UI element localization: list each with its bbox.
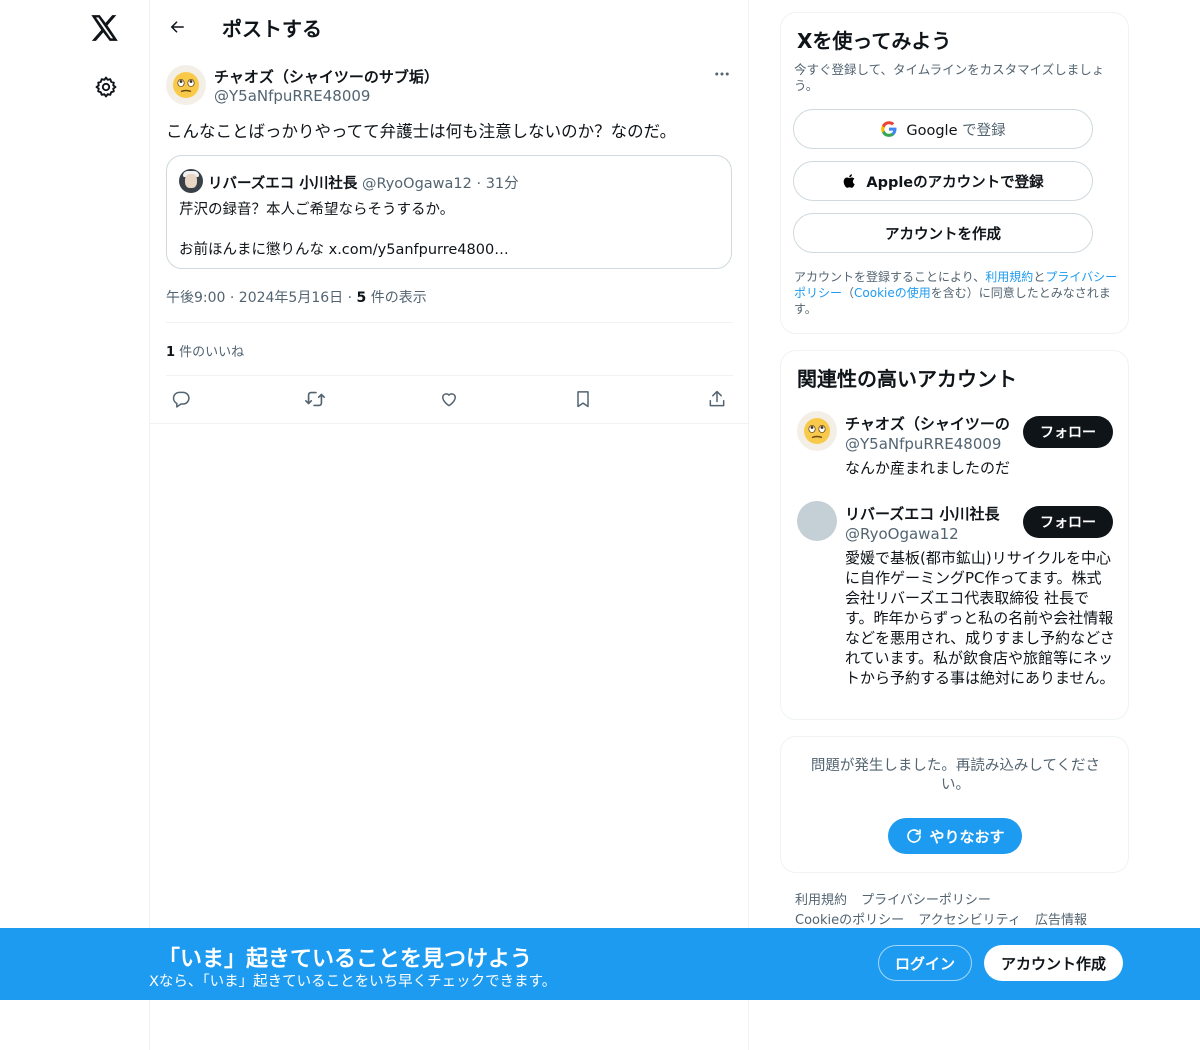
arrow-left-icon bbox=[170, 21, 184, 33]
emoji-avatar-icon bbox=[804, 418, 830, 444]
related-account-handle[interactable]: @RyoOgawa12 bbox=[845, 525, 959, 543]
post-timestamp[interactable]: 午後9:00 · 2024年5月16日 bbox=[166, 290, 343, 306]
quote-author-name: リバーズエコ 小川社長 bbox=[208, 176, 358, 192]
apple-signup-label: Appleのアカウントで登録 bbox=[866, 174, 1044, 191]
page-title: ポストする bbox=[222, 17, 322, 41]
quote-text-line2: お前ほんまに懲りんな x.com/y5anfpurre4800… bbox=[179, 242, 509, 258]
more-horizontal-icon bbox=[715, 72, 729, 76]
footer-links: 利用規約 プライバシーポリシー Cookieのポリシー アクセシビリティ 広告情… bbox=[795, 891, 1125, 931]
main-column: ポストする チャオズ（シャイツーのサブ垢） @Y5aNfpuRRE48009 こ… bbox=[150, 0, 749, 1050]
legal-and: と bbox=[1033, 270, 1046, 284]
signup-title: Xを使ってみよう bbox=[797, 29, 952, 53]
related-account-name[interactable]: チャオズ（シャイツーの bbox=[845, 413, 1010, 434]
quote-meta: リバーズエコ 小川社長 @RyoOgawa12 · 31分 bbox=[208, 172, 519, 193]
refresh-icon bbox=[907, 829, 922, 843]
apple-signup-button[interactable]: Appleのアカウントで登録 bbox=[793, 161, 1093, 201]
share-button[interactable] bbox=[702, 384, 732, 414]
footer-ads-link[interactable]: 広告情報 bbox=[1035, 913, 1087, 928]
footer-cookie-link[interactable]: Cookieのポリシー bbox=[795, 913, 904, 928]
views-label: 件の表示 bbox=[366, 290, 427, 306]
quoted-post[interactable]: リバーズエコ 小川社長 @RyoOgawa12 · 31分 芹沢の録音？本人ご希… bbox=[166, 155, 732, 269]
banner-subtitle: Xなら、「いま」起きていることをいち早くチェックできます。 bbox=[149, 974, 557, 990]
login-button[interactable]: ログイン bbox=[878, 945, 972, 981]
avatar[interactable] bbox=[797, 411, 837, 451]
terms-link[interactable]: 利用規約 bbox=[985, 270, 1033, 284]
repost-button[interactable] bbox=[300, 384, 330, 414]
error-card: 問題が発生しました。再読み込みしてください。 やりなおす bbox=[780, 736, 1129, 873]
likes-count: 1 bbox=[166, 345, 176, 360]
create-account-label: アカウントを作成 bbox=[885, 226, 1001, 243]
bookmark-icon bbox=[577, 391, 589, 408]
cookie-link[interactable]: Cookieの使用 bbox=[854, 286, 931, 300]
likes-label: 件のいいね bbox=[175, 345, 245, 360]
post-text: こんなことばっかりやってて弁護士は何も注意しないのか？なのだ。 bbox=[166, 122, 677, 141]
related-account-name[interactable]: リバーズエコ 小川社長 bbox=[845, 503, 999, 524]
google-label: Google bbox=[906, 122, 958, 139]
post-meta: 午後9:00 · 2024年5月16日 · 5 件の表示 bbox=[166, 287, 427, 307]
more-options-button[interactable] bbox=[710, 62, 734, 86]
likes-summary[interactable]: 1 件のいいね bbox=[166, 341, 244, 360]
follow-button[interactable]: フォロー bbox=[1023, 416, 1113, 448]
quote-author-handle: @RyoOgawa12 bbox=[361, 176, 472, 192]
left-nav bbox=[0, 0, 150, 1050]
related-accounts-card: 関連性の高いアカウント チャオズ（シャイツーの @Y5aNfpuRRE48009… bbox=[780, 350, 1129, 720]
meta-separator: · bbox=[343, 290, 357, 306]
like-button[interactable] bbox=[434, 384, 464, 414]
related-account-bio: なんか産まれましたのだ bbox=[845, 459, 1011, 477]
google-icon bbox=[881, 121, 897, 137]
signup-legal-text: アカウントを登録することにより、利用規約とプライバシーポリシー（Cookieの使… bbox=[794, 269, 1120, 317]
reply-icon bbox=[172, 391, 190, 408]
gear-icon[interactable] bbox=[91, 72, 121, 102]
author-handle[interactable]: @Y5aNfpuRRE48009 bbox=[214, 87, 370, 105]
bookmark-button[interactable] bbox=[568, 384, 598, 414]
avatar[interactable] bbox=[166, 65, 206, 105]
quote-separator: · bbox=[471, 176, 486, 192]
retry-label: やりなおす bbox=[929, 827, 1005, 846]
back-button[interactable] bbox=[162, 12, 192, 42]
legal-prefix: アカウントを登録することにより、 bbox=[794, 270, 986, 284]
page-header: ポストする bbox=[150, 0, 749, 55]
error-message: 問題が発生しました。再読み込みしてください。 bbox=[810, 758, 1101, 793]
divider bbox=[150, 423, 749, 424]
related-account-bio: 愛媛で基板(都市鉱山)リサイクルを中心に自作ゲーミングPC作ってます。株式会社リ… bbox=[845, 549, 1115, 687]
avatar[interactable] bbox=[797, 501, 837, 541]
emoji-avatar-icon bbox=[173, 72, 199, 98]
reply-button[interactable] bbox=[166, 384, 196, 414]
share-icon bbox=[709, 390, 725, 407]
divider bbox=[166, 375, 733, 376]
x-logo-icon[interactable] bbox=[88, 11, 122, 45]
quote-avatar bbox=[179, 169, 203, 193]
signup-banner: 「いま」起きていることを見つけよう Xなら、「いま」起きていることをいち早くチェ… bbox=[0, 928, 1200, 1000]
create-account-button[interactable]: アカウントを作成 bbox=[793, 213, 1093, 253]
related-account-handle[interactable]: @Y5aNfpuRRE48009 bbox=[845, 435, 1001, 453]
follow-button[interactable]: フォロー bbox=[1023, 506, 1113, 538]
legal-open: （ bbox=[842, 286, 855, 300]
google-suffix: で登録 bbox=[957, 122, 1006, 139]
footer-accessibility-link[interactable]: アクセシビリティ bbox=[918, 913, 1021, 928]
footer-privacy-link[interactable]: プライバシーポリシー bbox=[861, 893, 991, 908]
google-signup-button[interactable]: Google で登録 bbox=[793, 109, 1093, 149]
banner-create-account-button[interactable]: アカウント作成 bbox=[984, 945, 1123, 981]
footer-terms-link[interactable]: 利用規約 bbox=[795, 893, 847, 908]
divider bbox=[166, 322, 733, 323]
apple-icon bbox=[844, 174, 856, 188]
views-count: 5 bbox=[356, 290, 367, 306]
related-title: 関連性の高いアカウント bbox=[797, 367, 1017, 391]
author-name[interactable]: チャオズ（シャイツーのサブ垢） bbox=[214, 66, 439, 87]
heart-icon bbox=[442, 393, 456, 407]
signup-card: Xを使ってみよう 今すぐ登録して、タイムラインをカスタマイズしましょう。 Goo… bbox=[780, 12, 1129, 334]
quote-time: 31分 bbox=[485, 176, 519, 192]
signup-subtitle: 今すぐ登録して、タイムラインをカスタマイズしましょう。 bbox=[794, 62, 1105, 93]
retry-button[interactable]: やりなおす bbox=[888, 818, 1022, 854]
repost-icon bbox=[305, 391, 325, 407]
post-actions bbox=[150, 384, 749, 414]
quote-text-line1: 芹沢の録音？本人ご希望ならそうするか。 bbox=[179, 202, 455, 218]
banner-title: 「いま」起きていることを見つけよう bbox=[158, 947, 533, 972]
